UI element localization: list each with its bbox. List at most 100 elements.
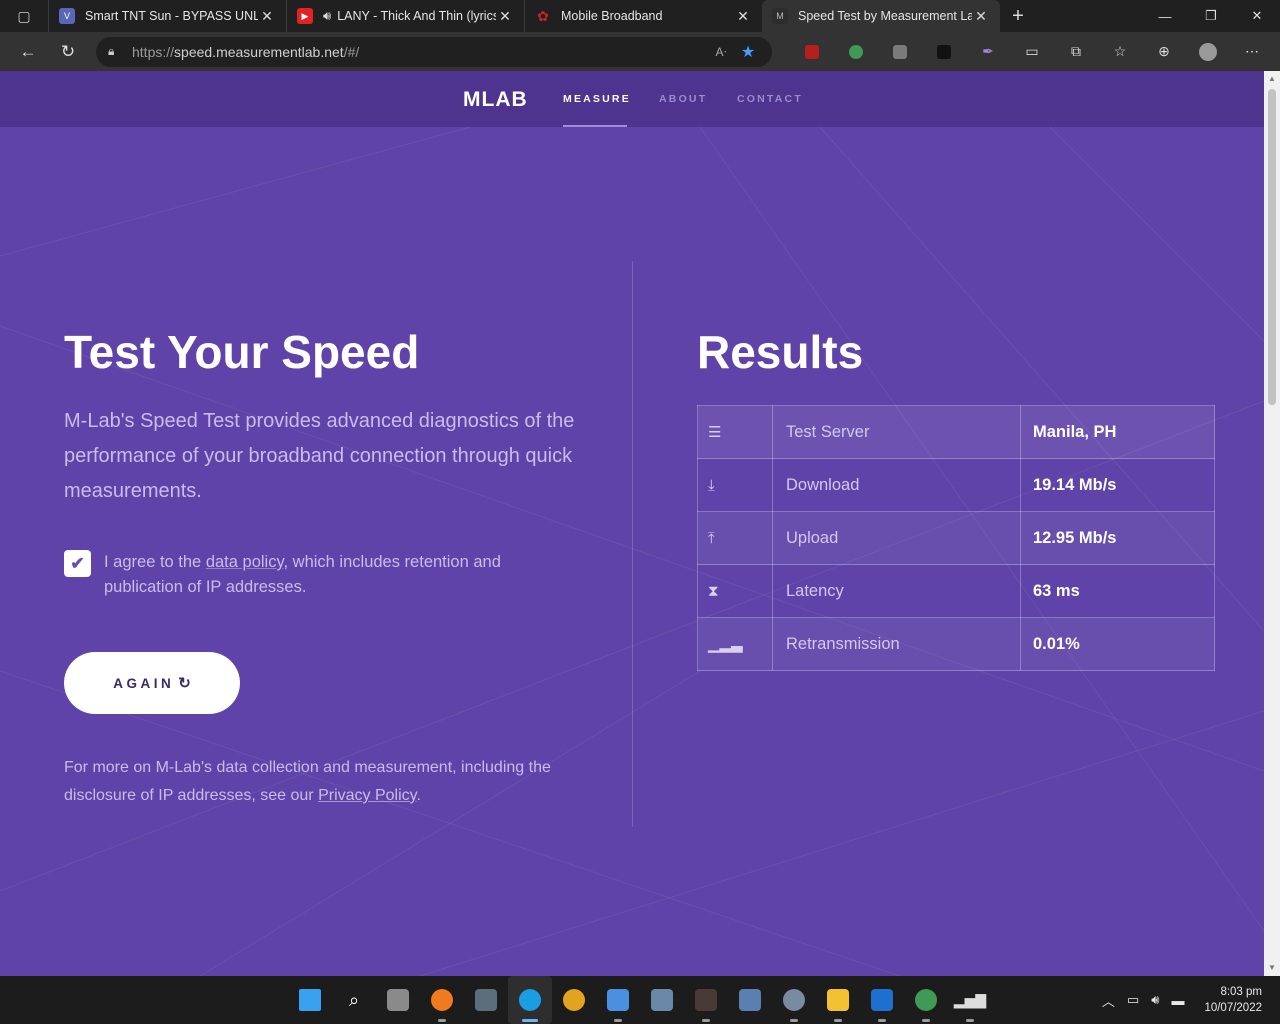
file-explorer-app[interactable] <box>816 976 860 1024</box>
chevron-up-icon[interactable]: ︿ <box>1102 991 1115 1010</box>
tab-title: Smart TNT Sun - BYPASS UNLIDATA <box>85 9 258 23</box>
extensions-puzzle-icon[interactable]: ⧉ <box>1054 32 1098 71</box>
scrollbar-thumb[interactable] <box>1268 89 1276 405</box>
refresh-button[interactable]: ↻ <box>48 32 88 71</box>
wifi-display-icon[interactable]: ▭ <box>1127 992 1139 1008</box>
collections-icon[interactable]: ⊕ <box>1142 32 1186 71</box>
nav-measure[interactable]: MEASURE <box>563 93 631 105</box>
scroll-down-icon[interactable]: ▼ <box>1264 960 1280 976</box>
close-tab-icon[interactable]: ✕ <box>734 8 752 25</box>
result-label: Test Server <box>772 405 1021 459</box>
more-menu-icon[interactable]: ⋯ <box>1230 32 1274 71</box>
globe-app[interactable] <box>904 976 948 1024</box>
task-view-button[interactable] <box>376 976 420 1024</box>
firefox-app[interactable] <box>420 976 464 1024</box>
again-button[interactable]: AGAIN ↻ <box>64 652 240 714</box>
monitor-app[interactable] <box>640 976 684 1024</box>
data-policy-link[interactable]: data policy <box>206 553 284 571</box>
start-button[interactable] <box>288 976 332 1024</box>
mlab-logo[interactable]: MLAB <box>463 88 528 112</box>
running-indicator <box>438 1019 446 1022</box>
speaker-icon[interactable]: 🔊︎ <box>323 8 331 24</box>
photos-app[interactable] <box>464 976 508 1024</box>
youtube-favicon-icon: ▶ <box>297 8 313 24</box>
tab-mobile-broadband[interactable]: ✿ Mobile Broadband ✕ <box>524 0 762 32</box>
footnote-prefix: For more on M-Lab's data collection and … <box>64 759 551 804</box>
nav-contact[interactable]: CONTACT <box>737 93 803 105</box>
tab-lany[interactable]: ▶ 🔊︎ LANY - Thick And Thin (lyrics) ✕ <box>286 0 524 32</box>
mlab-favicon-icon: M <box>772 8 788 24</box>
equalizer-icon: ▂▅▇ <box>953 991 987 1008</box>
tab-speed-test[interactable]: M Speed Test by Measurement Lab ✕ <box>762 0 1000 32</box>
collection-icon[interactable]: ▭ <box>1010 32 1054 71</box>
nav-active-underline <box>563 125 627 127</box>
running-indicator <box>522 1019 538 1022</box>
privacy-policy-link[interactable]: Privacy Policy <box>318 787 416 804</box>
result-value: 12.95 Mb/s <box>1020 511 1215 565</box>
network-app[interactable] <box>728 976 772 1024</box>
favorite-star-icon[interactable]: ★ <box>736 42 760 62</box>
close-tab-icon[interactable]: ✕ <box>258 8 276 25</box>
clock-date: 10/07/2022 <box>1204 1002 1262 1014</box>
refresh-icon: ↻ <box>178 675 191 692</box>
result-value: 63 ms <box>1020 564 1215 618</box>
chrome-app[interactable] <box>552 976 596 1024</box>
lock-icon[interactable]: 🔒︎ <box>108 44 132 59</box>
result-row-upload: ⤒ Upload 12.95 Mb/s <box>697 511 1215 565</box>
result-value: 19.14 Mb/s <box>1020 458 1215 512</box>
edge-app[interactable] <box>508 976 552 1024</box>
battery-icon[interactable]: ▬ <box>1171 993 1184 1008</box>
agree-checkbox[interactable]: ✔ <box>64 550 91 577</box>
audio-app[interactable]: ▂▅▇ <box>948 976 992 1024</box>
hourglass-icon: ⧗ <box>697 564 773 618</box>
clock[interactable]: 8:03 pm 10/07/2022 <box>1204 984 1262 1016</box>
results-title: Results <box>697 326 864 378</box>
window-controls: — ❐ ✕ <box>1142 0 1280 32</box>
url-scheme: https:// <box>132 43 175 60</box>
result-value: 0.01% <box>1020 617 1215 671</box>
url-host: speed.measurementlab.net <box>174 43 344 60</box>
page-scrollbar[interactable]: ▲ ▼ <box>1264 71 1280 976</box>
result-row-latency: ⧗ Latency 63 ms <box>697 564 1215 618</box>
notepad-app[interactable] <box>596 976 640 1024</box>
notepad-icon <box>607 989 629 1011</box>
url-path: /#/ <box>343 43 360 60</box>
game-app[interactable] <box>684 976 728 1024</box>
site-navbar: MLAB MEASURE ABOUT CONTACT <box>0 71 1264 127</box>
favorites-icon[interactable]: ☆ <box>1098 32 1142 71</box>
tab-actions-button[interactable]: ▢ <box>0 0 48 32</box>
search-button[interactable]: ⌕ <box>332 976 376 1024</box>
address-bar[interactable]: 🔒︎ https://speed.measurementlab.net/#/ A… <box>96 36 772 67</box>
close-window-icon[interactable]: ✕ <box>1234 0 1280 32</box>
dark-extension-icon[interactable] <box>922 32 966 71</box>
result-label: Download <box>772 458 1021 512</box>
globe-extension-icon[interactable] <box>834 32 878 71</box>
tab-title: LANY - Thick And Thin (lyrics) <box>337 9 496 23</box>
back-button[interactable]: ← <box>8 32 48 71</box>
restore-icon[interactable]: ❐ <box>1188 0 1234 32</box>
new-tab-button[interactable]: + <box>1000 5 1036 28</box>
tab-smart-tnt[interactable]: V Smart TNT Sun - BYPASS UNLIDATA ✕ <box>48 0 286 32</box>
close-tab-icon[interactable]: ✕ <box>496 8 514 25</box>
settings-app[interactable] <box>772 976 816 1024</box>
read-aloud-icon[interactable]: Aᐧ <box>706 45 736 59</box>
minimize-icon[interactable]: — <box>1142 0 1188 32</box>
signal-icon: ▁▂▃ <box>697 617 773 671</box>
nav-about[interactable]: ABOUT <box>659 93 707 105</box>
close-tab-icon[interactable]: ✕ <box>972 8 990 25</box>
result-label: Latency <box>772 564 1021 618</box>
profile-avatar-icon[interactable] <box>1186 32 1230 71</box>
gear-icon <box>783 989 805 1011</box>
taskbar-apps: ⌕ ▂▅▇ <box>288 976 992 1024</box>
feather-extension-icon[interactable]: ✒ <box>966 32 1010 71</box>
running-indicator <box>922 1019 930 1022</box>
security-app[interactable] <box>860 976 904 1024</box>
volume-icon[interactable]: 🔊︎ <box>1151 992 1159 1008</box>
ublock-extension-icon[interactable] <box>790 32 834 71</box>
mask-extension-icon[interactable] <box>878 32 922 71</box>
chrome-icon <box>563 989 585 1011</box>
scroll-up-icon[interactable]: ▲ <box>1264 71 1280 87</box>
network-computer-icon <box>739 989 761 1011</box>
test-title: Test Your Speed <box>64 326 420 378</box>
result-label: Upload <box>772 511 1021 565</box>
